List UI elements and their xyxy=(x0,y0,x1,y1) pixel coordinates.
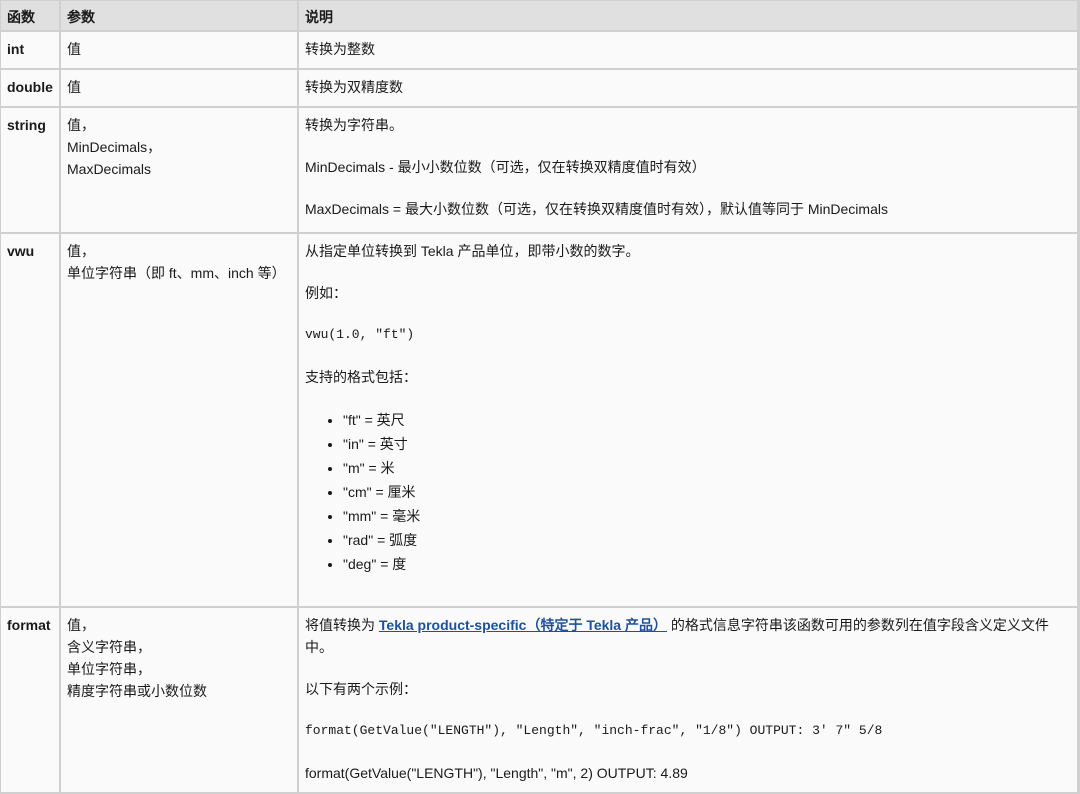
param-text: 值 xyxy=(67,41,81,57)
function-name: double xyxy=(1,70,59,106)
function-table: 函数 参数 说明 int 值 转换为整数 double 值 转换为双精度数 st… xyxy=(0,0,1079,794)
description-cell: 转换为字符串。 MinDecimals - 最小小数位数（可选，仅在转换双精度值… xyxy=(299,108,1077,232)
code-example: format(GetValue("LENGTH"), "Length", "in… xyxy=(305,723,883,738)
param-text: 值， xyxy=(67,617,95,633)
function-name: vwu xyxy=(1,234,59,606)
list-item: "deg" = 度 xyxy=(343,552,1071,576)
function-name: string xyxy=(1,108,59,232)
param-cell: 值 xyxy=(61,70,297,106)
function-name: format xyxy=(1,608,59,792)
header-description: 说明 xyxy=(299,1,1077,30)
description-text: 从指定单位转换到 Tekla 产品单位，即带小数的数字。 xyxy=(305,243,640,259)
param-text: 精度字符串或小数位数 xyxy=(67,683,207,699)
table-row-string: string 值， MinDecimals， MaxDecimals 转换为字符… xyxy=(1,108,1077,232)
description-text: 例如： xyxy=(305,285,347,301)
param-text: 值 xyxy=(67,79,81,95)
table-row-double: double 值 转换为双精度数 xyxy=(1,70,1077,106)
description-cell: 转换为双精度数 xyxy=(299,70,1077,106)
param-cell: 值， MinDecimals， MaxDecimals xyxy=(61,108,297,232)
list-item: "rad" = 弧度 xyxy=(343,528,1071,552)
list-item: "mm" = 毫米 xyxy=(343,504,1071,528)
param-text: 单位字符串（即 ft、mm、inch 等） xyxy=(67,265,286,281)
param-text: MinDecimals， xyxy=(67,139,162,155)
format-list: "ft" = 英尺 "in" = 英寸 "m" = 米 "cm" = 厘米 "m… xyxy=(305,408,1071,576)
table-row-int: int 值 转换为整数 xyxy=(1,32,1077,68)
param-text: 值， xyxy=(67,243,95,259)
table-row-vwu: vwu 值， 单位字符串（即 ft、mm、inch 等） 从指定单位转换到 Te… xyxy=(1,234,1077,606)
tekla-product-specific-link[interactable]: Tekla product-specific（特定于 Tekla 产品） xyxy=(379,617,667,633)
param-text: MaxDecimals xyxy=(67,161,152,177)
list-item: "cm" = 厘米 xyxy=(343,480,1071,504)
param-cell: 值 xyxy=(61,32,297,68)
param-text: 单位字符串， xyxy=(67,661,151,677)
param-cell: 值， 含义字符串， 单位字符串， 精度字符串或小数位数 xyxy=(61,608,297,792)
description-text: 支持的格式包括： xyxy=(305,369,417,385)
description-text: 以下有两个示例： xyxy=(305,681,417,697)
list-item: "in" = 英寸 xyxy=(343,432,1071,456)
param-cell: 值， 单位字符串（即 ft、mm、inch 等） xyxy=(61,234,297,606)
function-name: int xyxy=(1,32,59,68)
description-text: format(GetValue("LENGTH"), "Length", "m"… xyxy=(305,765,688,781)
description-cell: 从指定单位转换到 Tekla 产品单位，即带小数的数字。 例如： vwu(1.0… xyxy=(299,234,1077,606)
header-function: 函数 xyxy=(1,1,59,30)
description-text: 转换为字符串。 xyxy=(305,117,403,133)
param-text: 含义字符串， xyxy=(67,639,151,655)
description-cell: 转换为整数 xyxy=(299,32,1077,68)
description-cell: 将值转换为 Tekla product-specific（特定于 Tekla 产… xyxy=(299,608,1077,792)
description-text: 将值转换为 Tekla product-specific（特定于 Tekla 产… xyxy=(305,614,1071,658)
description-prefix: 将值转换为 xyxy=(305,617,379,633)
code-example: vwu(1.0, "ft") xyxy=(305,327,415,342)
description-text: MaxDecimals = 最大小数位数（可选，仅在转换双精度值时有效），默认值… xyxy=(305,201,888,217)
table-row-format: format 值， 含义字符串， 单位字符串， 精度字符串或小数位数 将值转换为… xyxy=(1,608,1077,792)
list-item: "m" = 米 xyxy=(343,456,1071,480)
param-text: 值， xyxy=(67,117,95,133)
table-header-row: 函数 参数 说明 xyxy=(1,1,1077,30)
header-params: 参数 xyxy=(61,1,297,30)
description-text: 转换为双精度数 xyxy=(305,79,403,95)
description-text: 转换为整数 xyxy=(305,41,375,57)
list-item: "ft" = 英尺 xyxy=(343,408,1071,432)
description-text: MinDecimals - 最小小数位数（可选，仅在转换双精度值时有效） xyxy=(305,159,706,175)
